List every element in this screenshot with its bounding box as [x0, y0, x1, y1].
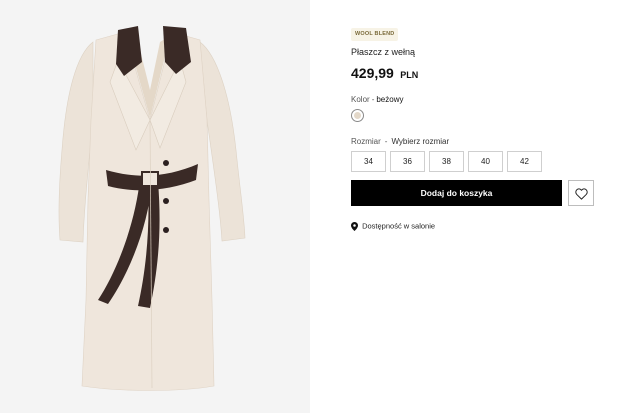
availability-label: Dostępność w salonie: [362, 221, 436, 231]
size-label: Rozmiar: [351, 137, 381, 146]
color-row: Kolor - beżowy: [351, 95, 403, 104]
price: 429,99 PLN: [351, 65, 418, 83]
heart-icon: [575, 188, 588, 200]
size-option-40[interactable]: 40: [468, 151, 503, 172]
price-value: 429,99: [351, 65, 394, 81]
add-to-cart-button[interactable]: Dodaj do koszyka: [351, 180, 562, 206]
store-availability-link[interactable]: Dostępność w salonie: [351, 221, 435, 231]
size-option-38[interactable]: 38: [429, 151, 464, 172]
size-option-36[interactable]: 36: [390, 151, 425, 172]
size-options: 34 36 38 40 42: [351, 151, 546, 172]
product-name: Płaszcz z wełną: [351, 47, 416, 57]
color-label: Kolor: [351, 95, 370, 104]
wishlist-button[interactable]: [568, 180, 594, 206]
color-swatch-beige[interactable]: [351, 109, 364, 122]
coat-illustration: [58, 26, 246, 391]
size-separator: -: [384, 137, 388, 146]
size-prompt: Wybierz rozmiar: [391, 137, 450, 146]
map-pin-icon: [351, 221, 358, 231]
material-badge: WOOL BLEND: [351, 28, 399, 41]
size-option-42[interactable]: 42: [507, 151, 542, 172]
color-separator: -: [371, 95, 375, 104]
size-row: Rozmiar - Wybierz rozmiar: [351, 137, 449, 146]
price-currency: PLN: [400, 70, 419, 80]
color-swatch-fill: [354, 112, 361, 119]
size-option-34[interactable]: 34: [351, 151, 386, 172]
color-value: beżowy: [376, 95, 404, 104]
product-image[interactable]: [0, 0, 310, 413]
